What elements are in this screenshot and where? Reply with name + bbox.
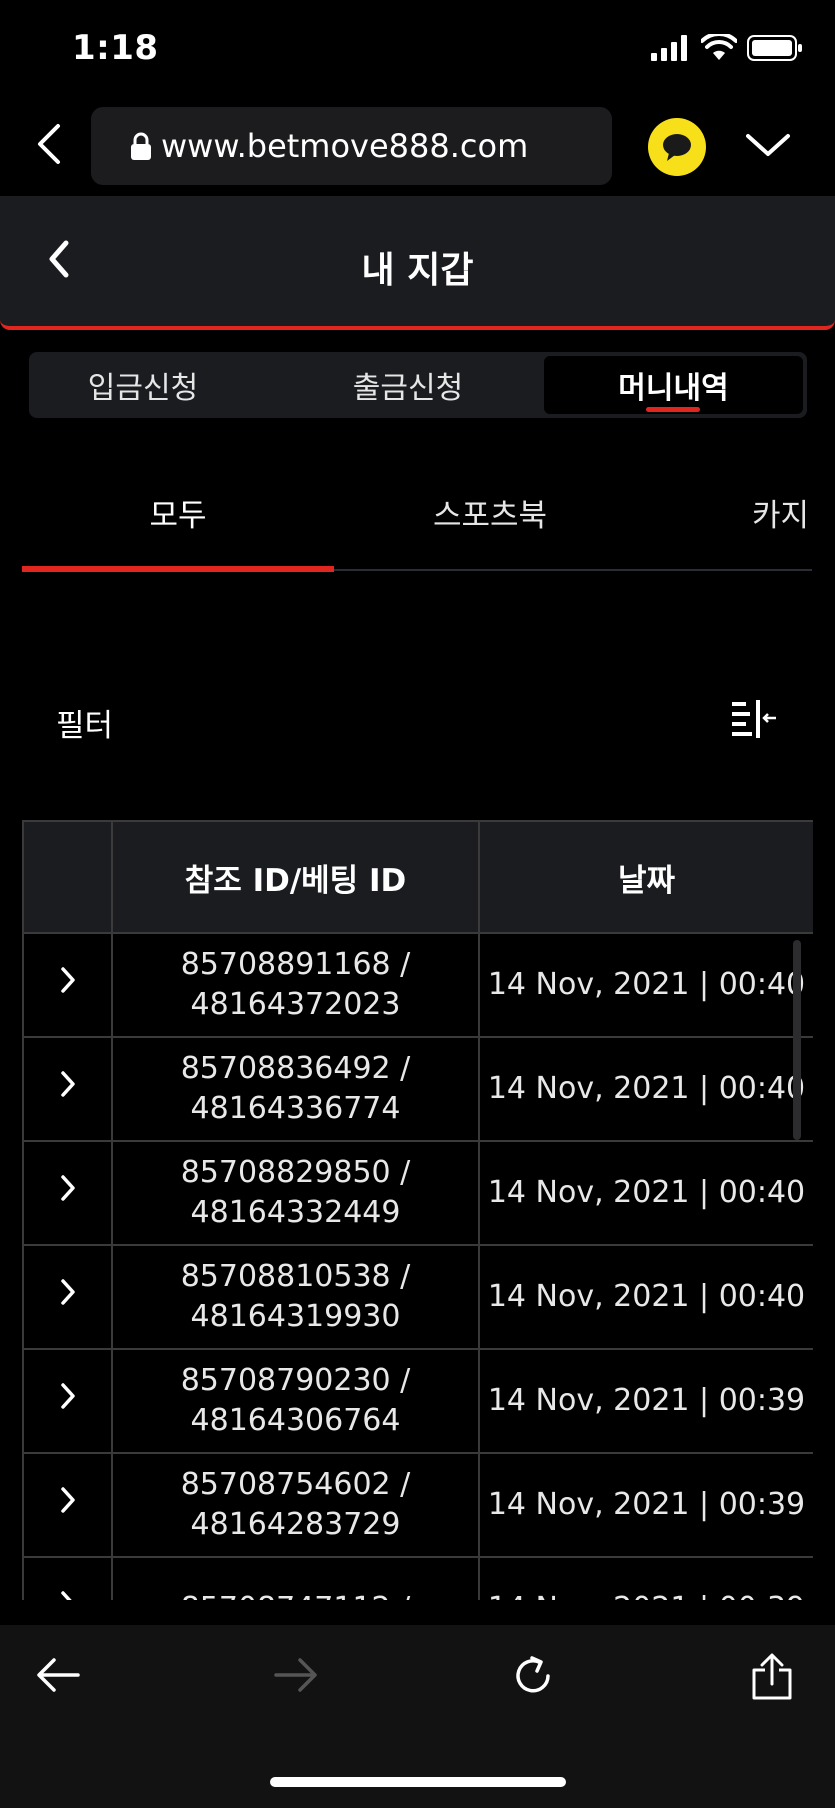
share-icon <box>752 1653 792 1700</box>
chevron-right-icon <box>60 1174 75 1201</box>
url-bar[interactable]: www.betmove888.com <box>91 107 612 185</box>
date-cell: 14 Nov, 2021 | 00:40 <box>478 932 813 1038</box>
ref-id-cell: 85708829850 / 48164332449 <box>111 1140 480 1246</box>
table-row[interactable]: 85708836492 / 48164336774 14 Nov, 2021 | 0… <box>22 1036 813 1142</box>
row-expand-cell[interactable] <box>22 1348 113 1454</box>
chevron-right-icon <box>60 1590 72 1600</box>
ref-id: 85708790230 / <box>180 1363 411 1398</box>
table-row[interactable]: 85708747112 /14 Nov, 2021 | 00:39 <box>22 1556 813 1600</box>
filter-collapse-icon <box>732 700 776 738</box>
row-expand-cell[interactable] <box>22 932 113 1038</box>
page-title: 내 지갑 <box>361 250 474 291</box>
bet-id: 48164332449 <box>190 1195 401 1230</box>
date-cell: 14 Nov, 2021 | 00:40 <box>478 1244 813 1350</box>
chevron-right-icon <box>60 1278 75 1305</box>
ref-id-cell: 85708790230 / 48164306764 <box>111 1348 480 1454</box>
toolbar-back-button[interactable] <box>34 1655 82 1699</box>
table-row[interactable]: 85708790230 / 48164306764 14 Nov, 2021 | 0… <box>22 1348 813 1454</box>
status-time: 1:18 <box>72 28 159 68</box>
tab-casino[interactable]: 카지 <box>752 490 835 535</box>
ref-id: 85708754602 / <box>180 1467 411 1502</box>
date-cell: 14 Nov, 2021 | 00:40 <box>478 1140 813 1246</box>
bet-id: 48164283729 <box>190 1507 401 1542</box>
col-header-ref-id: 참조 ID/베팅 ID <box>111 820 480 934</box>
segment-withdraw-request[interactable]: 출금신청 <box>298 352 518 418</box>
table-row[interactable]: 85708754602 / 48164283729 14 Nov, 2021 | 0… <box>22 1452 813 1558</box>
row-expand-cell[interactable] <box>22 1036 113 1142</box>
chat-bubble-icon <box>663 134 691 161</box>
ref-id: 85708891168 / <box>180 947 411 982</box>
browser-back-button[interactable] <box>34 122 64 170</box>
table-scrollbar[interactable] <box>793 940 801 1140</box>
ref-id: 85708836492 / <box>180 1051 411 1086</box>
tab-all[interactable]: 모두 <box>22 490 334 535</box>
table-row[interactable]: 85708810538 / 48164319930 14 Nov, 2021 | 0… <box>22 1244 813 1350</box>
toolbar-forward-button[interactable] <box>272 1655 320 1699</box>
ref-id-cell: 85708754602 / 48164283729 <box>111 1452 480 1558</box>
arrow-right-icon <box>274 1658 317 1692</box>
chevron-right-icon <box>60 1070 75 1097</box>
status-icons <box>651 34 803 62</box>
history-table: 참조 ID/베팅 ID 날짜 85708891168 / 48164372023 1… <box>22 820 813 1600</box>
ref-id-cell: 85708810538 / 48164319930 <box>111 1244 480 1350</box>
row-expand-cell[interactable] <box>22 1452 113 1558</box>
segment-active-indicator <box>646 407 700 412</box>
reload-icon <box>516 1656 550 1693</box>
tab-sportsbook[interactable]: 스포츠북 <box>334 490 646 535</box>
toolbar-reload-button[interactable] <box>510 1652 558 1704</box>
chevron-left-icon <box>38 124 60 164</box>
ref-id: 85708829850 / <box>180 1155 411 1190</box>
home-indicator <box>270 1777 566 1787</box>
filter-toggle-button[interactable] <box>730 698 778 742</box>
segment-deposit-request[interactable]: 입금신청 <box>33 352 253 418</box>
wifi-icon <box>701 34 737 60</box>
chevron-right-icon <box>60 966 75 993</box>
ref-id-cell: 85708891168 / 48164372023 <box>111 932 480 1038</box>
ref-id: 85708810538 / <box>180 1259 411 1294</box>
row-expand-cell[interactable] <box>22 1140 113 1246</box>
lock-icon <box>131 132 151 160</box>
segment-money-history[interactable]: 머니내역 <box>544 356 803 414</box>
chevron-right-icon <box>60 1382 75 1409</box>
chevron-right-icon <box>60 1486 75 1513</box>
table-row[interactable]: 85708891168 / 48164372023 14 Nov, 2021 | 0… <box>22 932 813 1038</box>
browser-menu-button[interactable] <box>744 130 792 164</box>
date-cell: 14 Nov, 2021 | 00:39 <box>478 1348 813 1454</box>
ref-id: 85708747112 / <box>114 1589 477 1600</box>
filter-label: 필터 <box>56 708 114 744</box>
row-expand-cell[interactable] <box>22 1244 113 1350</box>
table-row[interactable]: 85708829850 / 48164332449 14 Nov, 2021 | 0… <box>22 1140 813 1246</box>
arrow-left-icon <box>37 1658 80 1692</box>
ref-id-cell: 85708836492 / 48164336774 <box>111 1036 480 1142</box>
toolbar-share-button[interactable] <box>748 1652 796 1706</box>
row-expand-cell[interactable] <box>22 1556 113 1600</box>
bet-id: 48164306764 <box>190 1403 401 1438</box>
signal-icon <box>651 35 687 61</box>
col-header-date: 날짜 <box>478 820 813 934</box>
date-cell: 14 Nov, 2021 | 00:40 <box>478 1036 813 1142</box>
battery-icon <box>747 35 802 61</box>
kakao-chat-button[interactable] <box>648 118 706 176</box>
chevron-down-icon <box>746 134 790 156</box>
date-cell: 14 Nov, 2021 | 00:39 <box>478 1452 813 1558</box>
date-cell: 14 Nov, 2021 | 00:39 <box>478 1556 813 1600</box>
col-header-expand <box>22 820 113 934</box>
url-text: www.betmove888.com <box>161 127 529 165</box>
tab-active-indicator <box>22 566 334 572</box>
bet-id: 48164319930 <box>190 1299 401 1334</box>
bet-id: 48164336774 <box>190 1091 401 1126</box>
ref-id-cell: 85708747112 / <box>111 1556 480 1600</box>
bet-id: 48164372023 <box>190 987 401 1022</box>
table-header-row: 참조 ID/베팅 ID 날짜 <box>22 820 813 934</box>
